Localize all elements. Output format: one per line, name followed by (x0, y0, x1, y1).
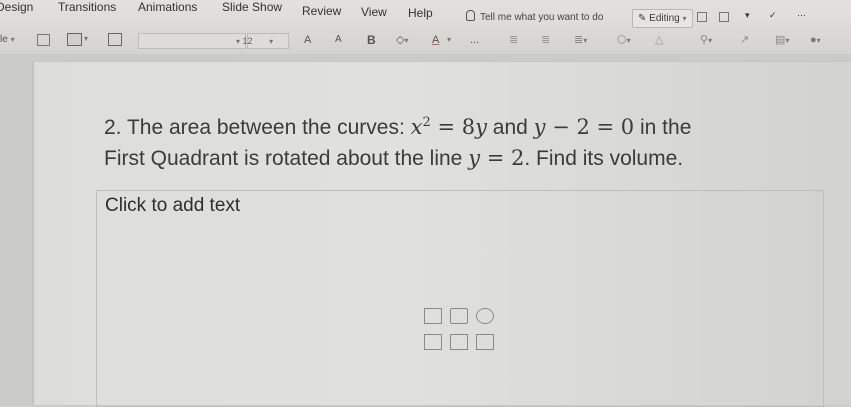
content-placeholder[interactable]: Click to add text (96, 190, 824, 407)
section-icon[interactable] (67, 33, 82, 46)
tell-me-text: Tell me what you want to do (480, 12, 604, 23)
more-options-icon[interactable]: ⋯ (797, 10, 806, 20)
tab-design[interactable]: Design (0, 0, 33, 14)
math-x: x (410, 115, 423, 139)
designer-icon[interactable]: ↗ (740, 30, 749, 50)
comment-icon[interactable] (697, 12, 707, 22)
placeholder-text: Click to add text (105, 195, 241, 216)
ribbon-tab-bar: Design Transitions Animations Slide Show… (0, 0, 851, 30)
tab-view[interactable]: View (361, 5, 387, 19)
tell-me-search[interactable]: Tell me what you want to do (466, 10, 603, 23)
title-text: First Quadrant is rotated about the line (104, 147, 469, 170)
font-color-button[interactable]: A (432, 30, 439, 50)
arrange-icon[interactable]: △ (655, 30, 663, 50)
math-y: y (533, 115, 546, 139)
chevron-down-icon: ▾ (682, 14, 687, 23)
font-size-value: 12 (242, 36, 253, 46)
reset-slide-icon[interactable] (37, 34, 50, 46)
align-icon[interactable]: ≣▾ (574, 30, 587, 51)
bold-button[interactable]: B (367, 30, 376, 50)
increase-font-button[interactable]: A (304, 30, 311, 50)
ideas-icon[interactable]: ●▾ (810, 30, 821, 51)
format-painter-icon[interactable] (108, 33, 122, 46)
bullets-icon[interactable]: ≣ (509, 30, 518, 50)
insert-online-picture-icon[interactable] (450, 334, 468, 350)
find-icon[interactable]: ⚲▾ (700, 30, 712, 51)
chevron-down-icon[interactable]: ▾ (84, 29, 88, 49)
insert-table-icon[interactable] (424, 308, 442, 324)
layout-dropdown[interactable]: le ▾ (0, 30, 15, 50)
highlight-icon[interactable]: ◇▾ (396, 30, 408, 51)
insert-video-icon[interactable] (476, 334, 494, 350)
insert-chart-icon[interactable] (450, 308, 468, 324)
math-equals: = 8 (430, 115, 476, 139)
title-line-1: 2. The area between the curves: x2 = 8y … (104, 108, 804, 143)
chevron-down-icon[interactable]: ▾ (447, 30, 451, 50)
insert-picture-icon[interactable] (424, 334, 442, 350)
tab-transitions[interactable]: Transitions (58, 0, 116, 14)
math-y: y (475, 115, 487, 139)
insert-smartart-icon[interactable] (476, 308, 494, 324)
numbering-icon[interactable]: ≣ (541, 30, 550, 50)
home-toolbar: le ▾ ▾ ▾ 12 ▾ A A B ◇▾ A ▾ ... ≣ ≣ ≣▾ ⬡▾… (0, 30, 851, 54)
dictate-icon[interactable]: ▤▾ (775, 30, 789, 51)
chevron-down-icon[interactable]: ▾ (745, 10, 753, 20)
editing-label: Editing (649, 13, 680, 24)
editing-mode-button[interactable]: ✎ Editing ▾ (632, 9, 693, 28)
chevron-down-icon: ▾ (269, 37, 274, 46)
tab-help[interactable]: Help (408, 6, 433, 20)
slide-title[interactable]: 2. The area between the curves: x2 = 8y … (104, 108, 804, 174)
tab-slide-show[interactable]: Slide Show (222, 0, 282, 14)
insert-content-icons (420, 306, 510, 366)
math-y: y (468, 146, 481, 170)
decrease-font-button[interactable]: A (335, 30, 342, 50)
chevron-down-icon: ▾ (10, 35, 15, 44)
pencil-icon: ✎ (638, 13, 647, 24)
title-text: and (486, 116, 534, 139)
pin-icon[interactable]: ✓ (769, 10, 777, 20)
share-icon[interactable] (719, 12, 729, 22)
chevron-down-icon: ▾ (236, 37, 241, 46)
shapes-icon[interactable]: ⬡▾ (617, 30, 631, 51)
font-name-input[interactable] (138, 33, 246, 49)
math-exponent: 2 (422, 115, 431, 130)
tab-review[interactable]: Review (302, 4, 341, 18)
title-line-2: First Quadrant is rotated about the line… (104, 143, 804, 174)
title-text: 2. The area between the curves: (104, 116, 411, 139)
title-text: . Find its volume. (524, 147, 684, 170)
layout-label: le (0, 34, 8, 45)
font-size-input[interactable]: ▾ 12 ▾ (236, 33, 289, 49)
math-equation: − 2 = 0 (545, 115, 635, 139)
title-text: in the (634, 116, 692, 139)
more-options-button[interactable]: ... (470, 30, 479, 50)
lightbulb-icon (466, 10, 475, 21)
math-equation: = 2 (480, 146, 525, 170)
tab-animations[interactable]: Animations (138, 0, 197, 14)
